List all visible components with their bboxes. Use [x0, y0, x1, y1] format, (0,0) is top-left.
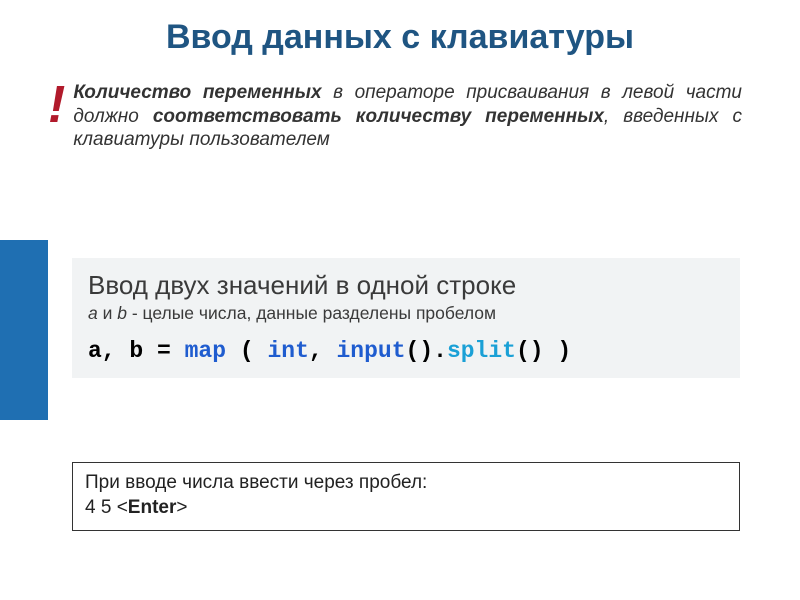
code-line: a, b = map ( int, input().split() ): [88, 338, 724, 364]
code-input: input: [337, 338, 406, 364]
note-bold-2: соответствовать количеству переменных: [153, 106, 604, 127]
code-map: map: [185, 338, 226, 364]
code-c5: ,: [309, 338, 337, 364]
side-accent-bar: [0, 240, 48, 420]
var-b: b: [117, 303, 127, 323]
hint-enter: Enter: [128, 497, 177, 518]
page-title: Ввод данных с клавиатуры: [0, 0, 800, 67]
code-c9: (): [516, 338, 544, 364]
note-block: ! Количество переменных в операторе прис…: [48, 81, 742, 152]
code-c7: ().: [406, 338, 447, 364]
exclamation-icon: !: [48, 81, 73, 152]
code-c1: a, b =: [88, 338, 185, 364]
sub-rest: - целые числа, данные разделены пробелом: [127, 303, 496, 323]
example-subtitle: a и b - целые числа, данные разделены пр…: [88, 303, 724, 324]
hint-line-2: 4 5 <Enter>: [85, 496, 727, 521]
code-c3: (: [226, 338, 267, 364]
var-a: a: [88, 303, 98, 323]
input-hint-box: При вводе числа ввести через пробел: 4 5…: [72, 462, 740, 531]
example-title: Ввод двух значений в одной строке: [88, 270, 724, 301]
note-text: Количество переменных в операторе присва…: [73, 81, 742, 152]
hint-prefix: 4 5 <: [85, 497, 128, 518]
note-bold-1: Количество переменных: [73, 82, 321, 103]
code-int: int: [267, 338, 308, 364]
hint-line-1: При вводе числа ввести через пробел:: [85, 471, 727, 496]
sub-and: и: [98, 303, 118, 323]
code-split: split: [447, 338, 516, 364]
code-c10: ): [544, 338, 572, 364]
hint-suffix: >: [176, 497, 187, 518]
example-box: Ввод двух значений в одной строке a и b …: [72, 258, 740, 378]
